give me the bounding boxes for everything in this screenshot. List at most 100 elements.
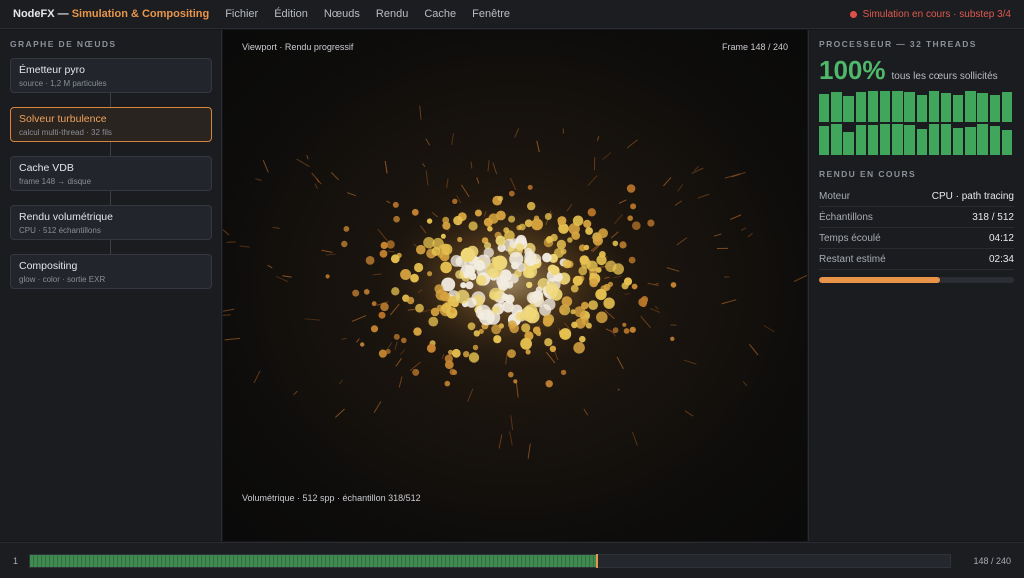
node-graph-title: GRAPHE DE NŒUDS bbox=[10, 39, 117, 49]
particle-streak bbox=[597, 136, 600, 141]
particle bbox=[385, 349, 391, 354]
particle-streak bbox=[740, 227, 747, 231]
particle-streak bbox=[275, 275, 289, 283]
particle-streak bbox=[498, 434, 503, 449]
stat-value: 02:34 bbox=[988, 253, 1014, 265]
particle bbox=[497, 195, 504, 202]
particle bbox=[426, 343, 436, 353]
particle bbox=[556, 239, 567, 250]
particle bbox=[527, 184, 533, 190]
particle bbox=[617, 388, 620, 391]
particle bbox=[449, 368, 456, 376]
core-row bbox=[819, 123, 1014, 155]
particle-streak bbox=[697, 193, 710, 199]
particle bbox=[444, 354, 453, 363]
node-cache-vdb[interactable]: Cache VDB frame 148 → disque bbox=[10, 156, 212, 191]
particle bbox=[586, 260, 598, 272]
cpu-core-bar bbox=[940, 124, 952, 155]
menu-fenetre[interactable]: Fenêtre bbox=[472, 8, 510, 20]
node-rendu-volumetrique[interactable]: Rendu volumétrique CPU · 512 échantillon… bbox=[10, 205, 212, 240]
menu-edition[interactable]: Édition bbox=[274, 8, 308, 20]
particle bbox=[631, 283, 638, 290]
particle bbox=[415, 303, 424, 313]
particle bbox=[410, 273, 419, 283]
particle bbox=[513, 379, 518, 384]
particle-streak bbox=[510, 415, 514, 430]
menu-cache[interactable]: Cache bbox=[424, 8, 456, 20]
particle-streak bbox=[650, 308, 661, 313]
cpu-core-bar bbox=[892, 91, 903, 122]
particle bbox=[341, 240, 348, 248]
particle bbox=[520, 337, 532, 350]
node-subtitle: frame 148 → disque bbox=[19, 177, 92, 186]
particle bbox=[524, 251, 537, 264]
particle bbox=[544, 213, 552, 220]
cpu-core-bar bbox=[953, 95, 964, 122]
particle bbox=[440, 261, 452, 274]
particle bbox=[503, 227, 510, 234]
particle-streak bbox=[255, 178, 262, 181]
particle bbox=[442, 216, 450, 224]
particle bbox=[391, 287, 400, 296]
cpu-core-bar bbox=[916, 129, 927, 155]
particle bbox=[472, 344, 479, 351]
particle-streak bbox=[347, 192, 357, 197]
particle bbox=[412, 368, 420, 376]
node-title: Rendu volumétrique bbox=[19, 211, 113, 223]
node-compositing[interactable]: Compositing glow · color · sortie EXR bbox=[10, 254, 212, 289]
particle bbox=[532, 290, 544, 301]
stat-label: Moteur bbox=[819, 190, 851, 202]
timeline-track[interactable] bbox=[29, 553, 951, 568]
particle-streak bbox=[422, 163, 426, 168]
particle-streak bbox=[793, 274, 807, 282]
particle bbox=[468, 221, 478, 231]
particle-streak bbox=[384, 160, 388, 174]
cpu-core-bar bbox=[879, 90, 891, 122]
particle bbox=[432, 237, 444, 250]
particle-streak bbox=[314, 183, 318, 190]
particle-streak bbox=[654, 305, 659, 310]
render-viewport[interactable]: Viewport · Rendu progressif Frame 148 / … bbox=[223, 30, 807, 541]
menu-rendu[interactable]: Rendu bbox=[376, 8, 408, 20]
particle bbox=[581, 317, 589, 325]
particle bbox=[343, 226, 350, 232]
particle bbox=[516, 262, 526, 272]
particle bbox=[558, 330, 565, 336]
particle bbox=[392, 201, 399, 208]
cpu-percent: 100% bbox=[819, 55, 886, 85]
particle-streak bbox=[618, 199, 627, 204]
cpu-core-bar bbox=[953, 127, 964, 155]
particle bbox=[630, 203, 637, 210]
particle-streak bbox=[763, 324, 775, 333]
particle bbox=[475, 275, 487, 286]
particle bbox=[444, 380, 451, 387]
stat-row-moteur: Moteur CPU · path tracing bbox=[819, 186, 1014, 207]
particle bbox=[626, 184, 636, 193]
node-title: Compositing bbox=[19, 260, 78, 272]
particle-streak bbox=[536, 140, 540, 153]
particle-streak bbox=[253, 370, 261, 384]
particle bbox=[641, 296, 649, 303]
timeline-playhead[interactable] bbox=[596, 553, 599, 568]
node-emetteur-pyro[interactable]: Émetteur pyro source · 1,2 M particules bbox=[10, 58, 212, 93]
recording-dot-icon bbox=[849, 10, 857, 18]
render-stats: Moteur CPU · path tracing Échantillons 3… bbox=[819, 186, 1014, 270]
menu-noeuds[interactable]: Nœuds bbox=[324, 8, 360, 20]
cpu-note: tous les cœurs sollicités bbox=[891, 71, 998, 82]
particle-render bbox=[223, 105, 807, 459]
app-brand: NodeFX — Simulation & Compositing bbox=[13, 8, 209, 20]
node-graph-panel: GRAPHE DE NŒUDS Émetteur pyro source · 1… bbox=[0, 30, 222, 541]
particle-streak bbox=[446, 178, 449, 188]
cpu-core-bar bbox=[1001, 91, 1013, 122]
particle-streak bbox=[356, 338, 360, 343]
node-solveur-turbulence[interactable]: Solveur turbulence calcul multi-thread ·… bbox=[10, 107, 212, 142]
particle bbox=[612, 240, 619, 247]
menu-fichier[interactable]: Fichier bbox=[225, 8, 258, 20]
cpu-core-bar bbox=[928, 123, 940, 155]
particle bbox=[464, 265, 476, 276]
particle bbox=[562, 259, 572, 269]
particle bbox=[603, 297, 615, 309]
particle-streak bbox=[674, 200, 683, 206]
particle bbox=[550, 265, 560, 276]
cpu-core-bar bbox=[867, 91, 879, 122]
